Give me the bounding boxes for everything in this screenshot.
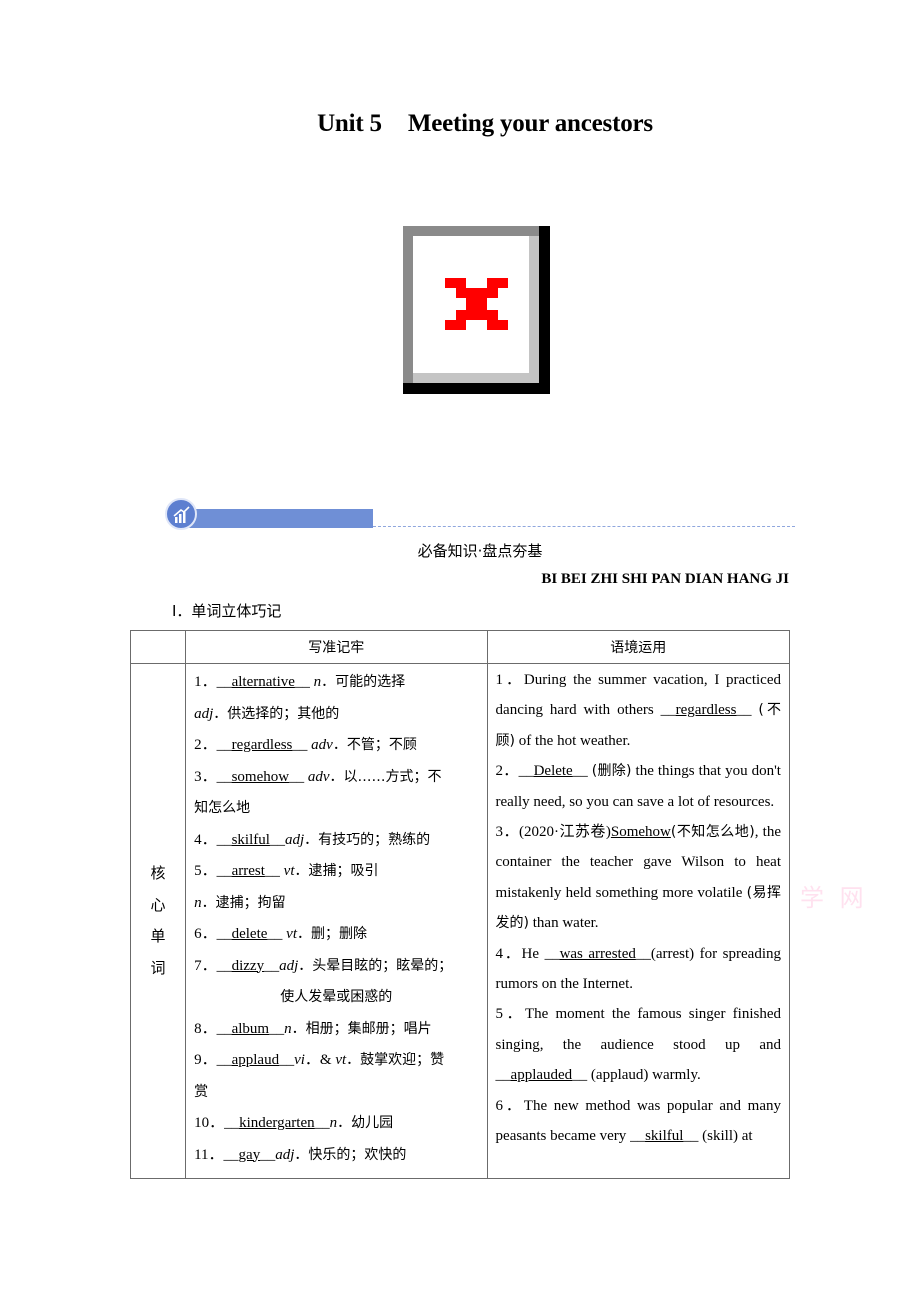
- header-empty: [129, 630, 187, 664]
- table-row: 核 心 单 词 1．__alternative__ n．可能的选择 adj．供选…: [129, 663, 791, 1179]
- category-cell: 核 心 单 词: [129, 663, 187, 1179]
- exercise-item: 5．The moment the famous singer finished …: [495, 1006, 781, 1084]
- unit-label: Unit 5: [317, 110, 382, 137]
- category-char: 词: [150, 958, 166, 977]
- section-pinyin: BI BEI ZHI SHI PAN DIAN HANG JI: [541, 571, 789, 587]
- exercise-item: 2．__Delete__ (删除) the things that you do…: [495, 763, 781, 810]
- exercise-item: 3．(2020·江苏卷)Somehow(不知怎么地), the containe…: [495, 824, 781, 932]
- page-title: Unit 5 Meeting your ancestors: [0, 110, 920, 138]
- context-cell: 1．During the summer vacation, I practice…: [486, 663, 791, 1179]
- list-item: 6．__delete__ vt．删；删除: [194, 926, 367, 942]
- list-item: 11．__gay__adj．快乐的；欢快的: [194, 1146, 407, 1163]
- category-char: 核: [150, 864, 166, 882]
- table-header-row: 写准记牢 语境运用: [129, 630, 791, 664]
- list-item-cont: 使人发晕或困惑的: [280, 989, 393, 1005]
- list-item-cont: 知怎么地: [194, 800, 251, 816]
- list-item: 9．__applaud__vi．& vt．鼓掌欢迎；赞: [194, 1052, 445, 1068]
- unit-title: Meeting your ancestors: [407, 110, 653, 137]
- list-item: 10．__kindergarten__n．幼儿园: [194, 1115, 394, 1131]
- subsection-heading: Ⅰ．单词立体巧记: [172, 602, 282, 620]
- growth-chart-icon: [165, 498, 197, 530]
- section-title: 必备知识·盘点夯基: [417, 542, 543, 560]
- list-item: 2．__regardless__ adv．不管；不顾: [194, 737, 417, 753]
- list-item: 8．__album__n．相册；集邮册；唱片: [194, 1020, 432, 1037]
- category-char: 单: [150, 927, 166, 945]
- list-item: 4．__skilful__adj．有技巧的；熟练的: [194, 831, 431, 848]
- header-write: 写准记牢: [185, 630, 488, 664]
- red-x-icon: [445, 278, 508, 330]
- list-item-cont: 赏: [194, 1083, 209, 1100]
- list-item: adj．供选择的；其他的: [194, 705, 340, 722]
- list-item: 3．__somehow__ adv．以……方式；不: [194, 768, 442, 785]
- vocab-table: 写准记牢 语境运用 核 心 单 词 1．__alternative__ n．可能…: [129, 630, 791, 1179]
- exercise-item: 6．The new method was popular and many pe…: [495, 1097, 781, 1145]
- list-item: 1．__alternative__ n．可能的选择: [194, 674, 406, 690]
- section-banner: [163, 498, 795, 532]
- list-item: 5．__arrest__ vt．逮捕；吸引: [194, 863, 379, 879]
- list-item: n．逮捕；拘留: [194, 894, 286, 911]
- exercise-item: 4．He __was arrested__(arrest) for spread…: [495, 945, 782, 993]
- exercise-item: 1．During the summer vacation, I practice…: [495, 672, 781, 749]
- word-list-cell: 1．__alternative__ n．可能的选择 adj．供选择的；其他的 2…: [185, 663, 488, 1179]
- broken-image-icon: [403, 226, 550, 394]
- header-context: 语境运用: [486, 630, 791, 664]
- watermark: 学 网: [800, 884, 868, 912]
- category-char: 心: [150, 895, 166, 914]
- dashed-divider: [373, 526, 795, 527]
- list-item: 7．__dizzy__adj．头晕目眩的；眩晕的；: [194, 957, 453, 974]
